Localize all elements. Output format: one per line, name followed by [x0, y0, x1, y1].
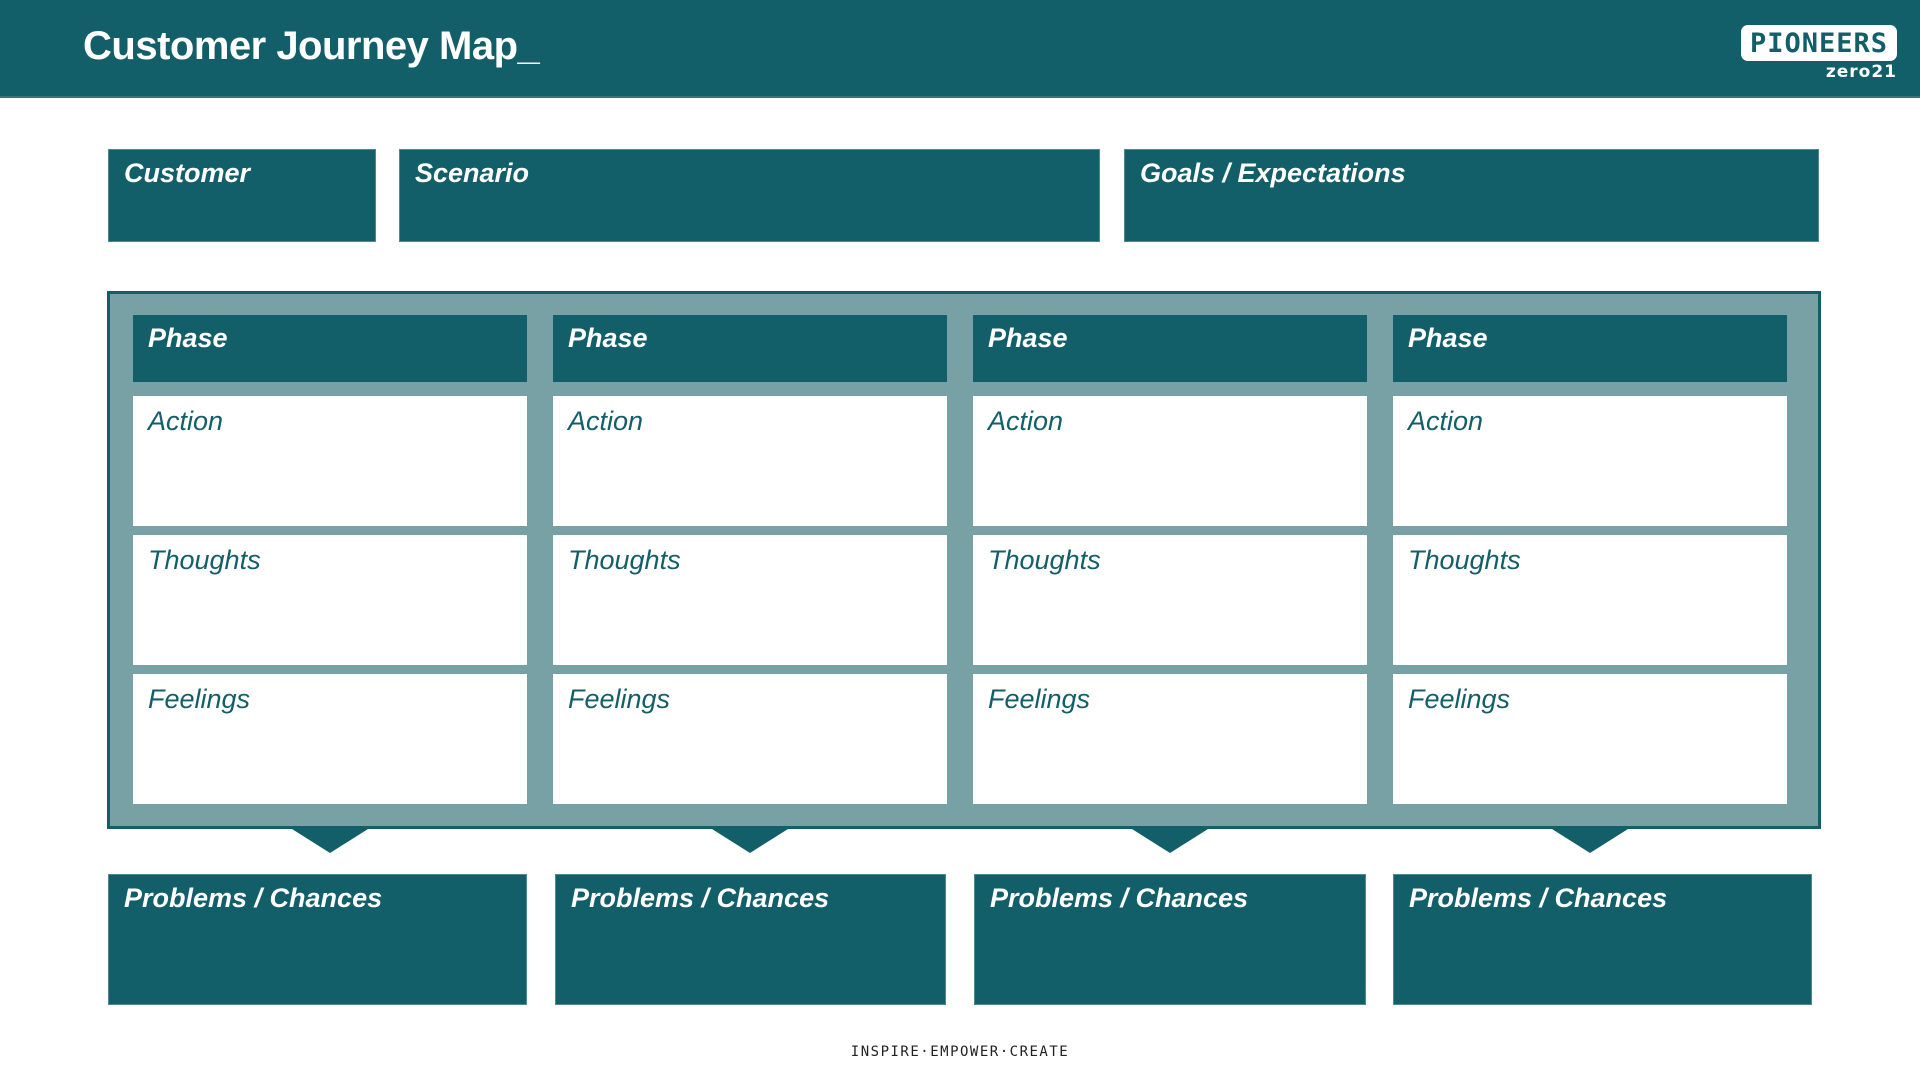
thoughts-cell[interactable]: Thoughts	[1393, 535, 1787, 665]
thoughts-cell[interactable]: Thoughts	[133, 535, 527, 665]
feelings-label: Feelings	[568, 684, 671, 714]
problems-chances-box[interactable]: Problems / Chances	[555, 874, 946, 1005]
feelings-cell[interactable]: Feelings	[973, 674, 1367, 804]
thoughts-label: Thoughts	[988, 545, 1101, 575]
logo-name: PIONEERS	[1749, 27, 1889, 59]
thoughts-cell[interactable]: Thoughts	[973, 535, 1367, 665]
phase-label: Phase	[1408, 323, 1488, 353]
footer-tagline: inspire·empower·create	[850, 1044, 1070, 1060]
page-title: Customer Journey Map_	[83, 24, 540, 68]
scenario-label: Scenario	[415, 158, 530, 188]
phase-cell[interactable]: Phase	[973, 315, 1367, 382]
arrow-down-icon	[712, 829, 788, 853]
pioneers-logo: PIONEERS zero21	[1741, 25, 1901, 85]
problems-chances-box[interactable]: Problems / Chances	[108, 874, 527, 1005]
phase-cell[interactable]: Phase	[553, 315, 947, 382]
header-bar: Customer Journey Map_ PIONEERS zero21	[0, 0, 1920, 98]
phase-label: Phase	[148, 323, 228, 353]
action-label: Action	[568, 406, 644, 436]
feelings-label: Feelings	[988, 684, 1091, 714]
problems-chances-label: Problems / Chances	[990, 883, 1249, 913]
customer-box[interactable]: Customer	[108, 149, 376, 242]
journey-map-slide: Customer Journey Map_ PIONEERS zero21 Cu…	[0, 0, 1920, 1080]
thoughts-label: Thoughts	[148, 545, 261, 575]
customer-label: Customer	[124, 158, 251, 188]
goals-expectations-label: Goals / Expectations	[1140, 158, 1406, 188]
thoughts-cell[interactable]: Thoughts	[553, 535, 947, 665]
action-label: Action	[1408, 406, 1484, 436]
goals-expectations-box[interactable]: Goals / Expectations	[1124, 149, 1819, 242]
thoughts-label: Thoughts	[1408, 545, 1521, 575]
phase-cell[interactable]: Phase	[1393, 315, 1787, 382]
arrow-down-icon	[1132, 829, 1208, 853]
action-cell[interactable]: Action	[973, 396, 1367, 526]
problems-chances-label: Problems / Chances	[124, 883, 383, 913]
arrow-down-icon	[292, 829, 368, 853]
action-label: Action	[148, 406, 224, 436]
action-cell[interactable]: Action	[133, 396, 527, 526]
logo-sub: zero21	[1825, 62, 1897, 82]
journey-matrix: Phase Action Thoughts Feelings Phase Act…	[107, 291, 1821, 829]
problems-chances-box[interactable]: Problems / Chances	[974, 874, 1366, 1005]
action-label: Action	[988, 406, 1064, 436]
action-cell[interactable]: Action	[1393, 396, 1787, 526]
feelings-cell[interactable]: Feelings	[133, 674, 527, 804]
thoughts-label: Thoughts	[568, 545, 681, 575]
arrow-down-icon	[1552, 829, 1628, 853]
feelings-cell[interactable]: Feelings	[553, 674, 947, 804]
feelings-label: Feelings	[1408, 684, 1511, 714]
phase-label: Phase	[988, 323, 1068, 353]
problems-chances-label: Problems / Chances	[1409, 883, 1668, 913]
phase-cell[interactable]: Phase	[133, 315, 527, 382]
problems-chances-box[interactable]: Problems / Chances	[1393, 874, 1812, 1005]
feelings-cell[interactable]: Feelings	[1393, 674, 1787, 804]
scenario-box[interactable]: Scenario	[399, 149, 1100, 242]
phase-label: Phase	[568, 323, 648, 353]
feelings-label: Feelings	[148, 684, 251, 714]
logo-badge: PIONEERS	[1741, 25, 1897, 61]
action-cell[interactable]: Action	[553, 396, 947, 526]
problems-chances-label: Problems / Chances	[571, 883, 830, 913]
